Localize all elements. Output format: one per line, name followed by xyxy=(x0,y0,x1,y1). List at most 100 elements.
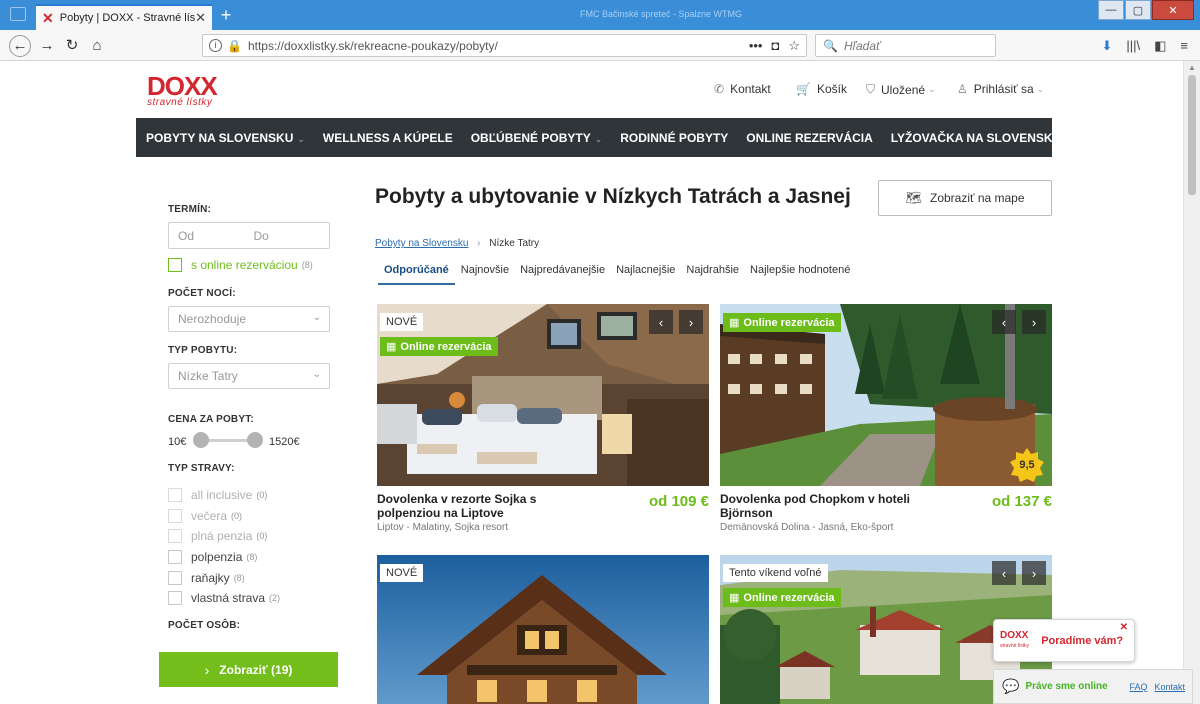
main-nav-item[interactable]: ONLINE REZERVÁCIA xyxy=(746,131,872,145)
top-nav-login-label: Prihlásiť sa xyxy=(973,82,1034,96)
top-nav-cart[interactable]: 🛒 Košík xyxy=(796,82,847,96)
offer-title[interactable]: Dovolenka pod Chopkom v hoteli Björnson xyxy=(720,492,920,520)
page-title: Pobyty a ubytovanie v Nízkych Tatrách a … xyxy=(375,185,851,208)
library-icon[interactable]: |||\ xyxy=(1126,38,1140,54)
main-nav-item[interactable]: POBYTY NA SLOVENSKU ⌄ xyxy=(146,131,305,145)
breadcrumb-separator-icon: › xyxy=(477,238,481,249)
page-actions-icon[interactable]: ••• xyxy=(749,38,763,54)
chevron-left-icon[interactable]: ‹ xyxy=(992,561,1016,585)
url-bar[interactable]: i 🔒 https://doxxlistky.sk/rekreacne-pouk… xyxy=(202,34,807,57)
search-icon: 🔍 xyxy=(823,38,838,53)
date-from-field[interactable]: Od xyxy=(178,229,254,243)
show-results-button[interactable]: › Zobraziť (19) xyxy=(159,652,338,687)
pocket-icon[interactable]: ◘ xyxy=(771,38,779,54)
offer-price: od 137 € xyxy=(991,493,1052,510)
main-nav-item[interactable]: WELLNESS A KÚPELE xyxy=(323,131,453,145)
offer-card[interactable]: NOVÉ xyxy=(377,555,709,704)
stay-type-label: TYP POBYTU: xyxy=(168,345,238,356)
offer-card[interactable]: ▦ Online rezervácia ‹ › 9,5 Dovolenka pod… xyxy=(720,304,1052,534)
rating-value: 9,5 xyxy=(1019,459,1035,471)
faq-link[interactable]: FAQ xyxy=(1129,682,1147,692)
main-nav-item[interactable]: LYŽOVAČKA NA SLOVENSKU xyxy=(891,131,1061,145)
meal-option-label: polpenzia xyxy=(191,550,243,564)
main-nav-item[interactable]: OBĽÚBENÉ POBYTY ⌄ xyxy=(471,131,603,145)
price-slider-min-handle[interactable] xyxy=(193,432,209,448)
sidebar-icon[interactable]: ◧ xyxy=(1154,38,1166,54)
online-reservation-checkbox[interactable]: s online rezerváciou (8) xyxy=(168,258,313,272)
top-nav-saved[interactable]: ⛉ Uložené ⌄ xyxy=(866,82,936,97)
weekend-available-badge: Tento víkend voľné xyxy=(723,564,828,582)
stay-type-select[interactable]: Nízke Tatry ⌄ xyxy=(168,363,330,389)
nights-select[interactable]: Nerozhoduje ⌄ xyxy=(168,306,330,332)
sort-tab[interactable]: Najpredávanejšie xyxy=(520,264,605,285)
breadcrumb-link[interactable]: Pobyty na Slovensku xyxy=(375,238,468,249)
chat-prompt-bubble[interactable]: DOXX stravné lístky Poradíme vám? ✕ xyxy=(993,619,1135,662)
site-info-icon[interactable]: i xyxy=(209,39,222,52)
meal-option[interactable]: vlastná strava (2) xyxy=(168,591,280,605)
minimize-icon[interactable]: — xyxy=(1098,0,1124,20)
offer-title[interactable]: Dovolenka v rezorte Sojka s polpenziou n… xyxy=(377,492,577,520)
top-nav-cart-label: Košík xyxy=(816,82,847,96)
show-map-button[interactable]: 🗺 Zobraziť na mape xyxy=(878,180,1052,216)
sort-tab[interactable]: Najnovšie xyxy=(461,264,509,285)
chevron-right-icon[interactable]: › xyxy=(1022,310,1046,334)
main-nav-label: OBĽÚBENÉ POBYTY xyxy=(470,130,591,145)
checkbox[interactable] xyxy=(168,571,182,585)
chat-logo-subtitle: stravné lístky xyxy=(1000,642,1030,649)
chat-status[interactable]: Práve sme online xyxy=(1025,681,1129,692)
sort-tab[interactable]: Najdrahšie xyxy=(686,264,739,285)
scrollbar-thumb[interactable] xyxy=(1188,75,1196,195)
chevron-down-icon: ⌄ xyxy=(1036,83,1045,94)
close-icon[interactable]: ✕ xyxy=(1120,622,1128,633)
top-nav-login[interactable]: ♙ Prihlásiť sa ⌄ xyxy=(957,82,1044,96)
new-tab-icon[interactable]: + xyxy=(216,5,236,25)
tab-close-icon[interactable]: ✕ xyxy=(195,10,206,26)
offer-image[interactable]: ▦ Online rezervácia ‹ › 9,5 xyxy=(720,304,1052,486)
date-range-input[interactable]: Od Do xyxy=(168,222,330,249)
meal-option: all inclusive (0) xyxy=(168,488,267,502)
gallery-arrows: ‹ › xyxy=(649,310,703,334)
url-text[interactable]: https://doxxlistky.sk/rekreacne-poukazy/… xyxy=(248,39,749,53)
vertical-scrollbar[interactable]: ▲ xyxy=(1183,61,1200,704)
offer-image[interactable]: NOVÉ ▦ Online rezervácia ‹ › xyxy=(377,304,709,486)
price-slider-max-handle[interactable] xyxy=(247,432,263,448)
chevron-right-icon[interactable]: › xyxy=(679,310,703,334)
chevron-right-icon[interactable]: › xyxy=(1022,561,1046,585)
window-close-icon[interactable]: ✕ xyxy=(1152,0,1194,20)
gallery-arrows: ‹ › xyxy=(992,310,1046,334)
forward-arrow-icon[interactable]: → xyxy=(36,35,58,57)
sort-tab[interactable]: Najlepšie hodnotené xyxy=(750,264,850,285)
site-logo[interactable]: DOXX stravné lístky xyxy=(147,73,239,109)
back-arrow-icon[interactable]: ← xyxy=(9,35,31,57)
chat-bar[interactable]: 💬 Práve sme online FAQ Kontakt xyxy=(993,669,1193,704)
checkbox[interactable] xyxy=(168,591,182,605)
top-nav-contact-label: Kontakt xyxy=(730,82,771,96)
contact-link[interactable]: Kontakt xyxy=(1154,682,1185,692)
search-placeholder: Hľadať xyxy=(843,38,881,53)
offer-image[interactable]: NOVÉ xyxy=(377,555,709,704)
sort-tab[interactable]: Najlacnejšie xyxy=(616,264,675,285)
main-nav-item[interactable]: RODINNÉ POBYTY xyxy=(620,131,728,145)
top-nav-contact[interactable]: ✆ Kontakt xyxy=(714,82,771,96)
home-icon[interactable]: ⌂ xyxy=(86,35,108,57)
meal-option-label: raňajky xyxy=(191,571,230,585)
search-bar[interactable]: 🔍 Hľadať xyxy=(815,34,996,57)
chevron-left-icon[interactable]: ‹ xyxy=(649,310,673,334)
meal-option[interactable]: polpenzia (8) xyxy=(168,550,257,564)
meal-option[interactable]: raňajky (8) xyxy=(168,571,245,585)
scroll-up-icon[interactable]: ▲ xyxy=(1188,63,1196,72)
offer-card[interactable]: NOVÉ ▦ Online rezervácia ‹ › Dovolenka v … xyxy=(377,304,709,534)
chevron-left-icon[interactable]: ‹ xyxy=(992,310,1016,334)
gallery-arrows: ‹ › xyxy=(992,561,1046,585)
date-to-field[interactable]: Do xyxy=(254,229,330,243)
reload-icon[interactable]: ↻ xyxy=(61,35,83,57)
bookmark-star-icon[interactable]: ☆ xyxy=(788,38,800,54)
checkbox[interactable] xyxy=(168,550,182,564)
show-map-label: Zobraziť na mape xyxy=(929,191,1025,205)
browser-tab[interactable]: ✕ Pobyty | DOXX - Stravné lístky ✕ xyxy=(36,4,212,30)
checkbox[interactable] xyxy=(168,258,182,272)
sort-tab[interactable]: Odporúčané xyxy=(378,264,455,285)
maximize-icon[interactable]: ▢ xyxy=(1125,0,1151,20)
menu-icon[interactable]: ≡ xyxy=(1180,38,1188,54)
download-icon[interactable]: ⬇ xyxy=(1101,38,1112,54)
